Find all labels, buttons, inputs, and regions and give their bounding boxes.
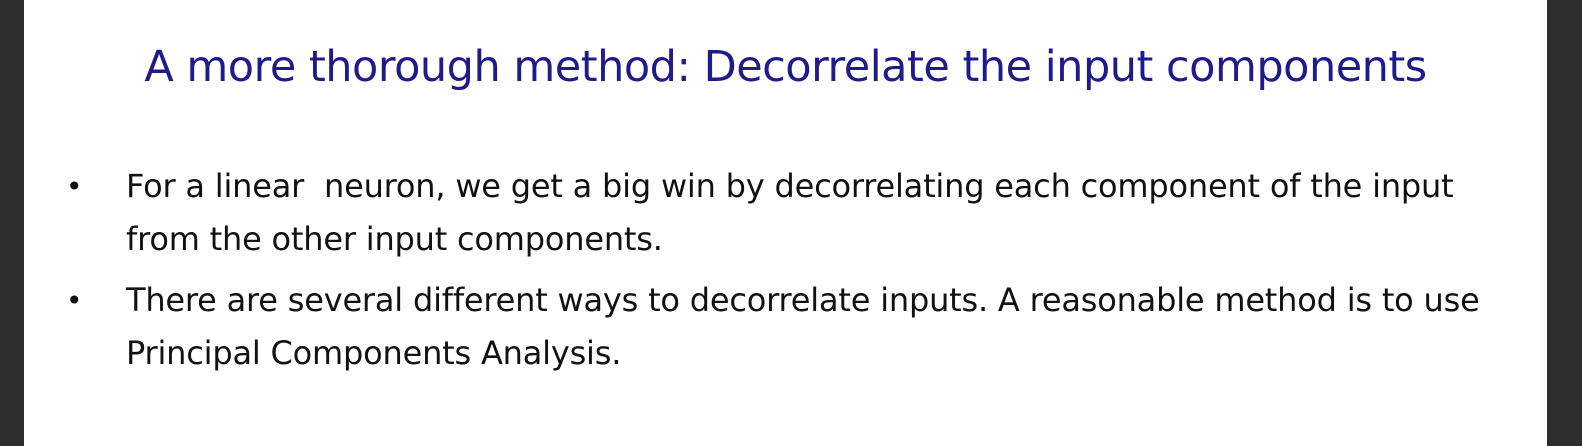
slide: A more thorough method: Decorrelate the … [24,0,1547,446]
bullet-text: For a linear neuron, we get a big win by… [126,167,1464,258]
video-frame: A more thorough method: Decorrelate the … [0,0,1582,446]
bullet-item: • For a linear neuron, we get a big win … [64,160,1504,266]
bullet-marker: • [66,170,83,203]
slide-title: A more thorough method: Decorrelate the … [144,42,1427,92]
bullet-text: There are several different ways to deco… [126,281,1480,372]
bullet-item: • There are several different ways to de… [64,274,1504,380]
bullet-list: • For a linear neuron, we get a big win … [64,160,1504,388]
bullet-marker: • [66,284,83,317]
